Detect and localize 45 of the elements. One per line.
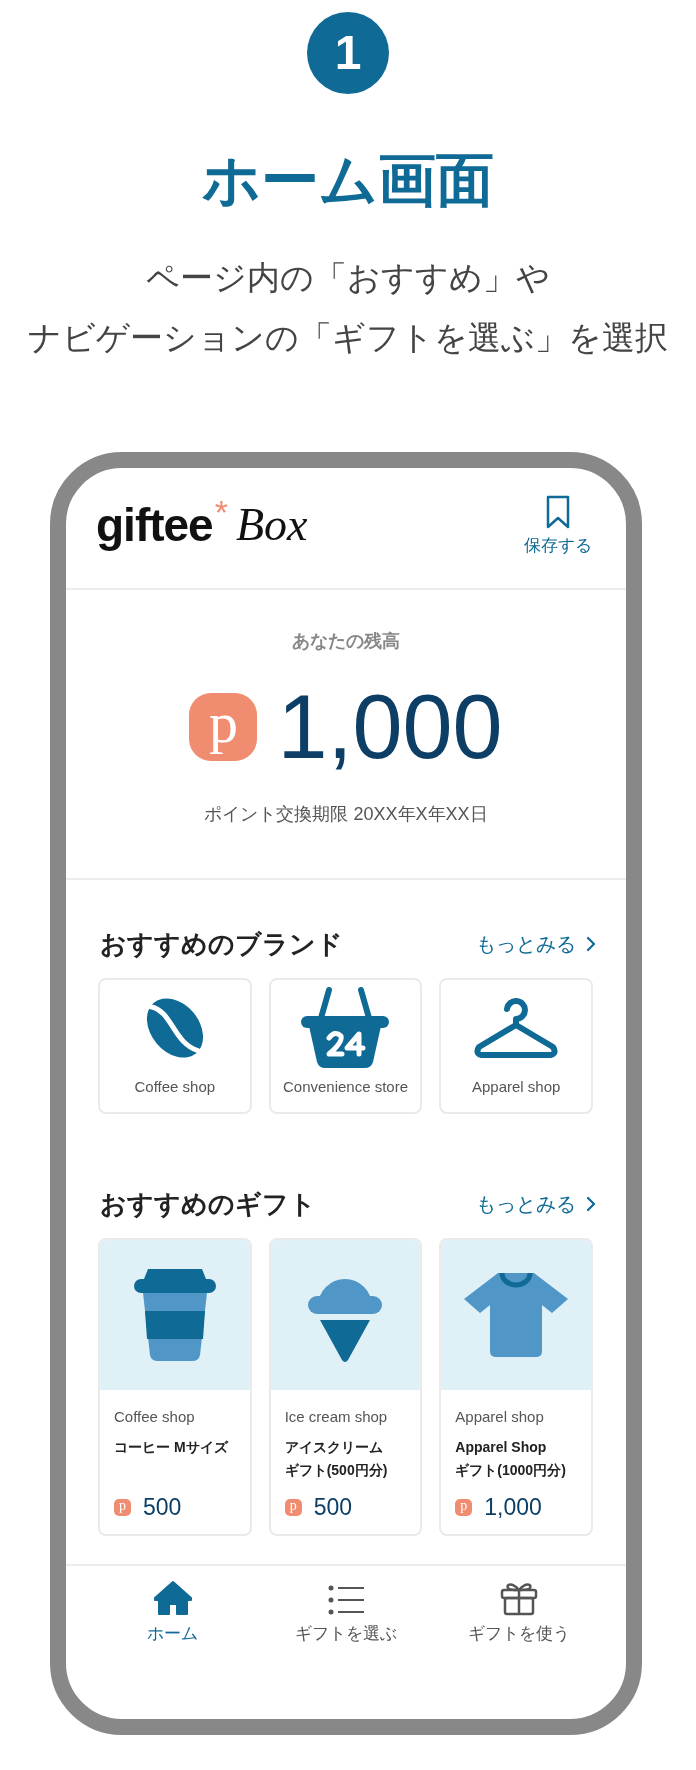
gift-name: Apparel Shop (455, 1438, 548, 1457)
gift-shop-name: Coffee shop (114, 1407, 196, 1427)
balance-amount: 1,000 (277, 677, 503, 777)
point-icon: p (284, 1498, 302, 1516)
home-icon (152, 1580, 193, 1616)
gift-shop-name: Ice cream shop (284, 1407, 389, 1427)
nav-tab[interactable]: ギフトを選ぶ (259, 1580, 433, 1646)
nav-tab[interactable]: ホーム (86, 1580, 260, 1646)
save-button[interactable]: 保存する (524, 494, 592, 558)
coffee-cup-icon (133, 1267, 216, 1363)
basket-icon (299, 985, 392, 1070)
subtitle-text: ナビゲーションの「ギフトを選ぶ」を選択 (28, 318, 668, 358)
gift-name: コーヒー Mサイズ (114, 1438, 230, 1457)
gift-icon (500, 1580, 539, 1616)
expiry-text: ポイント交換期限 20XX年X年XX日 (204, 803, 488, 826)
gift-name: ギフト(1000円分) (455, 1461, 567, 1480)
gift-shop-name: Apparel shop (455, 1407, 545, 1427)
brand-card[interactable]: Convenience store (268, 978, 423, 1114)
gift-name: アイスクリーム (284, 1438, 384, 1457)
brand-card[interactable]: Apparel shop (439, 978, 593, 1114)
chevron-right-icon (586, 936, 596, 952)
subtitle-text: ページ内の「おすすめ」や (146, 258, 550, 298)
page-title: ホーム画面 (202, 148, 494, 212)
app-logo: giftee* Box (96, 497, 308, 553)
section-heading: おすすめのギフト (100, 1188, 316, 1221)
nav-tab[interactable]: ギフトを使う (432, 1580, 606, 1646)
more-link[interactable]: もっとみる (476, 929, 596, 959)
brand-card[interactable]: Coffee shop (98, 978, 252, 1114)
gift-card[interactable]: Apparel shop Apparel Shop ギフト(1000円分) p 1,000 (439, 1238, 593, 1536)
gift-card[interactable]: Ice cream shop アイスクリーム ギフト(500円分) p 500 (268, 1238, 423, 1536)
chevron-right-icon (586, 1196, 596, 1212)
point-icon: p (114, 1498, 131, 1516)
point-icon: p (455, 1498, 473, 1516)
gift-price: 500 (143, 1493, 182, 1522)
more-link[interactable]: もっとみる (476, 1189, 596, 1219)
gift-price: 1,000 (484, 1493, 542, 1522)
point-icon: p (189, 693, 258, 761)
gift-card[interactable]: Coffee shop コーヒー Mサイズ p 500 (98, 1238, 252, 1536)
bookmark-icon (545, 494, 571, 530)
section-heading: おすすめのブランド (100, 928, 343, 961)
gift-price: 500 (313, 1493, 353, 1522)
gift-name: ギフト(500円分) (284, 1461, 389, 1480)
balance-label: あなたの残高 (292, 630, 400, 653)
step-number-badge: 1 (307, 12, 389, 94)
list-icon (328, 1584, 364, 1616)
